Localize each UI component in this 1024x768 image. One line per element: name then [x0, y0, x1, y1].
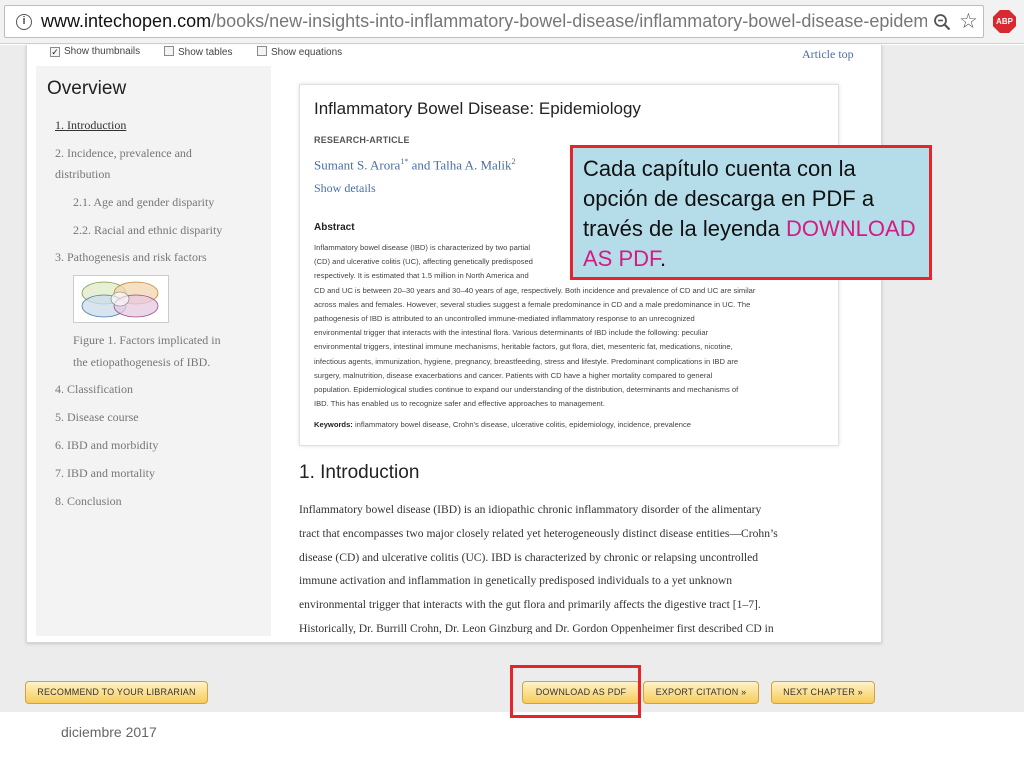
abstract-line: CD and UC is between 20–30 years and 30–… [314, 285, 756, 295]
article-title: Inflammatory Bowel Disease: Epidemiology [314, 99, 641, 118]
article-top-link[interactable]: Article top [802, 47, 854, 62]
sidebar-item-figure-caption-cont[interactable]: the etiopathogenesis of IBD. [73, 352, 210, 373]
adblock-icon[interactable]: ABP [993, 10, 1016, 33]
author-list: Sumant S. Arora1* and Talha A. Malik2 [314, 157, 516, 173]
sidebar-item-pathogenesis[interactable]: 3. Pathogenesis and risk factors [55, 247, 207, 268]
show-tables-checkbox[interactable]: Show tables [164, 46, 232, 58]
url-path: /books/new-insights-into-inflammatory-bo… [211, 11, 927, 31]
sidebar-item-age-gender[interactable]: 2.1. Age and gender disparity [73, 192, 214, 213]
abstract-line: environmental trigger that interacts wit… [314, 328, 709, 338]
address-bar[interactable]: i www.intechopen.com/books/new-insights-… [4, 5, 984, 38]
keywords-text: inflammatory bowel disease, Crohn's dise… [352, 420, 691, 429]
checkbox-unchecked[interactable] [257, 46, 267, 56]
url-host: www.intechopen.com [41, 11, 212, 31]
article-type-label: RESEARCH-ARTICLE [314, 135, 410, 145]
author-link[interactable]: Sumant S. Arora [314, 157, 400, 172]
callout-text: Cada capítulo cuenta con la opción de de… [583, 156, 916, 271]
keywords-label: Keywords: [314, 420, 353, 429]
intro-line: tract that encompasses two major closely… [299, 526, 778, 540]
sidebar-item-introduction[interactable]: 1. Introduction [55, 115, 126, 136]
sidebar-item-classification[interactable]: 4. Classification [55, 379, 133, 400]
sidebar-title: Overview [47, 78, 127, 99]
sidebar-item-conclusion[interactable]: 8. Conclusion [55, 491, 122, 512]
introduction-text: Inflammatory bowel disease (IBD) is an i… [299, 498, 821, 634]
abstract-line: environmental triggers, intestinal immun… [314, 342, 733, 352]
author-link[interactable]: Talha A. Malik [433, 157, 511, 172]
intro-line: Historically, Dr. Burrill Crohn, Dr. Leo… [299, 621, 774, 634]
download-pdf-highlight-box [510, 665, 641, 718]
next-chapter-button[interactable]: NEXT CHAPTER » [771, 681, 875, 704]
checkbox-checked[interactable]: ✓ [50, 47, 60, 57]
show-equations-checkbox[interactable]: Show equations [257, 46, 342, 58]
sidebar-item-figure-caption[interactable]: Figure 1. Factors implicated in [73, 330, 221, 351]
author-affiliation: 2 [511, 157, 516, 166]
sidebar-item-morbidity[interactable]: 6. IBD and morbidity [55, 435, 158, 456]
info-icon[interactable]: i [16, 14, 32, 30]
intro-line: Inflammatory bowel disease (IBD) is an i… [299, 503, 762, 516]
abstract-line: infectious agents, immunization, hygiene… [314, 356, 739, 366]
export-citation-button[interactable]: EXPORT CITATION » [643, 681, 759, 704]
keywords-line: Keywords: inflammatory bowel disease, Cr… [314, 420, 824, 429]
sidebar-item-incidence[interactable]: 2. Incidence, prevalence and [55, 143, 192, 164]
sidebar-item-incidence-cont[interactable]: distribution [55, 164, 110, 185]
abstract-line: IBD. This has enabled us to recognize sa… [314, 399, 605, 409]
intro-line: disease (CD) and ulcerative colitis (UC)… [299, 550, 759, 564]
intro-line: immune activation and inflammation in ge… [299, 574, 733, 588]
sidebar-item-disease-course[interactable]: 5. Disease course [55, 407, 139, 428]
sidebar-item-mortality[interactable]: 7. IBD and mortality [55, 463, 155, 484]
annotation-callout: Cada capítulo cuenta con la opción de de… [570, 145, 932, 280]
section-heading-introduction: 1. Introduction [299, 462, 420, 483]
show-thumbnails-checkbox[interactable]: ✓ Show thumbnails [50, 46, 140, 57]
browser-toolbar: i www.intechopen.com/books/new-insights-… [0, 0, 1024, 44]
abstract-heading: Abstract [314, 222, 355, 233]
url-text[interactable]: www.intechopen.com/books/new-insights-in… [41, 11, 927, 32]
abstract-line: pathogenesis of IBD is attributed to an … [314, 314, 695, 324]
recommend-librarian-button[interactable]: RECOMMEND TO YOUR LIBRARIAN [25, 681, 208, 704]
intro-line: environmental trigger that interacts wit… [299, 598, 761, 612]
sidebar-item-racial-ethnic[interactable]: 2.2. Racial and ethnic disparity [73, 220, 222, 241]
footer-date: diciembre 2017 [61, 724, 157, 740]
venn-diagram-icon [81, 281, 159, 318]
show-details-link[interactable]: Show details [314, 181, 376, 196]
checkbox-unchecked[interactable] [164, 46, 174, 56]
figure-thumbnail[interactable] [73, 275, 169, 323]
abstract-line: surgery, malnutrition, disease exacerbat… [314, 370, 713, 380]
bookmark-star-icon[interactable]: ☆ [959, 9, 978, 33]
zoom-out-icon[interactable] [933, 13, 951, 31]
author-separator: and [408, 157, 434, 173]
abstract-line: across males and females. However, sever… [314, 299, 751, 309]
abstract-line: population. Epidemiological studies cont… [314, 385, 739, 395]
